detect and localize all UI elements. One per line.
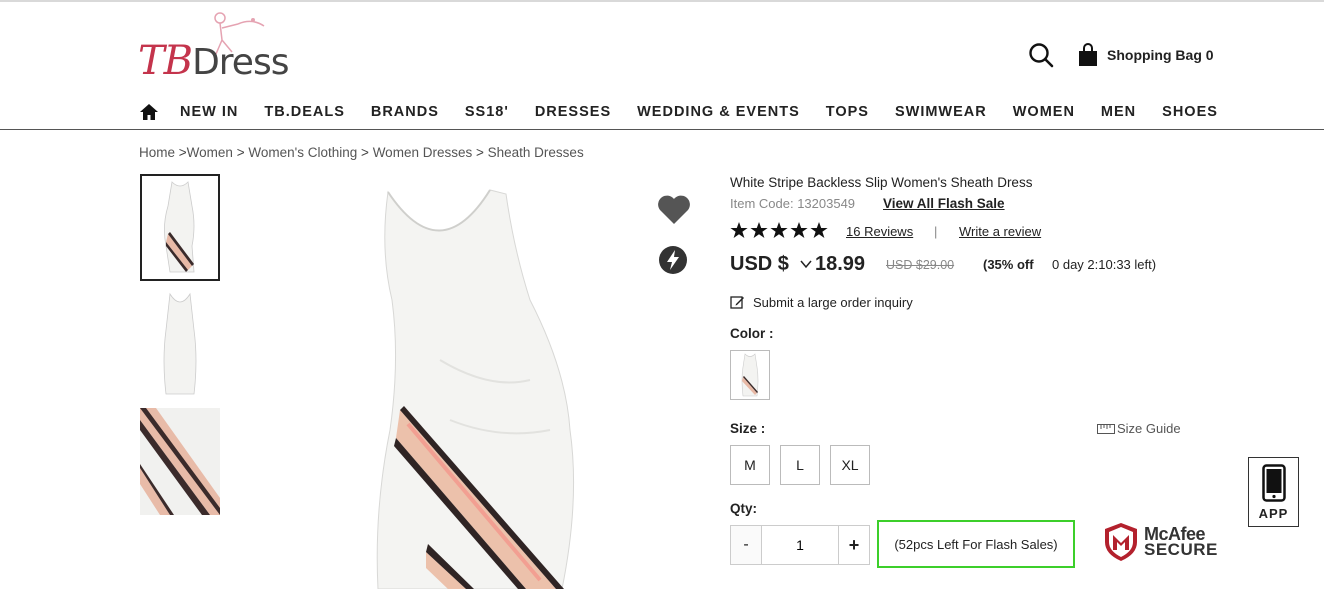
app-download-button[interactable]: APP xyxy=(1248,457,1299,527)
discount-label: (35% off xyxy=(983,257,1034,272)
nav-item-ss18[interactable]: SS18' xyxy=(465,104,509,120)
star-icon xyxy=(810,222,828,238)
color-label: Color : xyxy=(730,326,774,341)
current-price: 18.99 xyxy=(815,253,866,275)
view-all-flash-sale-link[interactable]: View All Flash Sale xyxy=(883,196,1005,211)
write-review-link[interactable]: Write a review xyxy=(959,224,1041,239)
breadcrumb-home[interactable]: Home xyxy=(139,145,175,160)
shopping-bag-button[interactable]: Shopping Bag 0 xyxy=(1077,42,1214,68)
item-code: Item Code: 13203549 xyxy=(730,196,856,211)
qty-increase-button[interactable]: + xyxy=(839,526,869,564)
site-logo[interactable]: TBDress xyxy=(138,10,308,84)
rating-stars xyxy=(730,222,828,239)
lightning-icon[interactable] xyxy=(658,245,688,275)
nav-item-tb-deals[interactable]: TB.DEALS xyxy=(264,104,345,120)
large-order-inquiry-label: Submit a large order inquiry xyxy=(753,295,913,310)
dress-detail-image xyxy=(140,408,220,515)
search-icon xyxy=(1029,43,1054,68)
breadcrumb-sheath-dresses[interactable]: Sheath Dresses xyxy=(488,145,584,160)
breadcrumb-separator: > xyxy=(361,145,369,160)
mcafee-secure-label: SECURE xyxy=(1144,540,1218,559)
phone-icon xyxy=(1261,464,1286,502)
nav-item-dresses[interactable]: DRESSES xyxy=(535,104,611,120)
product-thumbnail-3[interactable] xyxy=(140,408,220,515)
top-divider xyxy=(0,0,1324,2)
price-currency[interactable]: USD $ xyxy=(730,253,789,276)
bag-icon xyxy=(1079,43,1097,66)
mcafee-shield-icon xyxy=(1105,523,1137,561)
original-price: USD $29.00 xyxy=(886,258,955,272)
logo-text: TBDress xyxy=(138,38,289,84)
ruler-icon xyxy=(1097,423,1115,434)
large-order-inquiry-link[interactable]: Submit a large order inquiry xyxy=(730,295,913,310)
breadcrumb-separator: > xyxy=(475,145,484,160)
main-product-image[interactable] xyxy=(330,180,630,589)
nav-divider xyxy=(0,129,1324,130)
nav-item-swimwear[interactable]: SWIMWEAR xyxy=(895,104,987,120)
breadcrumb: Home >Women > Women's Clothing > Women D… xyxy=(139,145,584,160)
size-guide-link[interactable]: Size Guide xyxy=(1097,421,1181,436)
product-thumbnail-1[interactable] xyxy=(140,174,220,281)
nav-item-tops[interactable]: TOPS xyxy=(826,104,869,120)
flash-countdown: 0 day 2:10:33 left) xyxy=(1052,257,1157,272)
nav-item-women[interactable]: WOMEN xyxy=(1013,104,1075,120)
nav-item-shoes[interactable]: SHOES xyxy=(1162,104,1218,120)
reviews-link[interactable]: 16 Reviews xyxy=(846,224,913,239)
mcafee-secure-badge[interactable]: McAfee SECURE xyxy=(1103,522,1218,562)
chevron-down-icon[interactable] xyxy=(800,259,812,269)
qty-decrease-button[interactable]: - xyxy=(731,526,761,564)
dress-main-image xyxy=(376,189,575,589)
color-swatch-white-stripe[interactable] xyxy=(730,350,770,400)
size-label: Size : xyxy=(730,421,766,436)
shopping-bag-label: Shopping Bag 0 xyxy=(1107,47,1214,63)
star-icon xyxy=(790,222,808,238)
search-button[interactable] xyxy=(1026,40,1056,70)
breadcrumb-womens-clothing[interactable]: Women's Clothing xyxy=(248,145,357,160)
heart-icon[interactable] xyxy=(656,192,692,226)
app-label: APP xyxy=(1258,506,1289,521)
qty-label: Qty: xyxy=(730,501,757,516)
breadcrumb-women[interactable]: Women xyxy=(187,145,233,160)
qty-input[interactable] xyxy=(761,526,839,564)
star-icon xyxy=(770,222,788,238)
main-nav: NEW IN TB.DEALS BRANDS SS18' DRESSES WED… xyxy=(138,100,1244,124)
reviews-separator: | xyxy=(934,224,938,239)
star-icon xyxy=(730,222,748,238)
breadcrumb-separator: > xyxy=(236,145,245,160)
size-option-m[interactable]: M xyxy=(730,445,770,485)
star-icon xyxy=(750,222,768,238)
product-thumbnail-2[interactable] xyxy=(140,290,220,398)
nav-item-new-in[interactable]: NEW IN xyxy=(180,104,238,120)
nav-item-brands[interactable]: BRANDS xyxy=(371,104,439,120)
dress-back-image xyxy=(163,292,197,395)
product-title: White Stripe Backless Slip Women's Sheat… xyxy=(730,175,1033,190)
size-option-xl[interactable]: XL xyxy=(830,445,870,485)
size-guide-label: Size Guide xyxy=(1117,421,1181,436)
stock-remaining-note: (52pcs Left For Flash Sales) xyxy=(877,520,1075,568)
nav-item-wedding-events[interactable]: WEDDING & EVENTS xyxy=(637,104,800,120)
home-icon[interactable] xyxy=(138,102,160,122)
quantity-stepper: - + xyxy=(730,525,870,565)
swatch-image xyxy=(741,353,759,397)
size-option-l[interactable]: L xyxy=(780,445,820,485)
nav-item-men[interactable]: MEN xyxy=(1101,104,1136,120)
breadcrumb-women-dresses[interactable]: Women Dresses xyxy=(373,145,473,160)
dress-front-image xyxy=(164,181,195,273)
edit-icon xyxy=(730,296,744,309)
breadcrumb-separator: > xyxy=(178,145,187,160)
